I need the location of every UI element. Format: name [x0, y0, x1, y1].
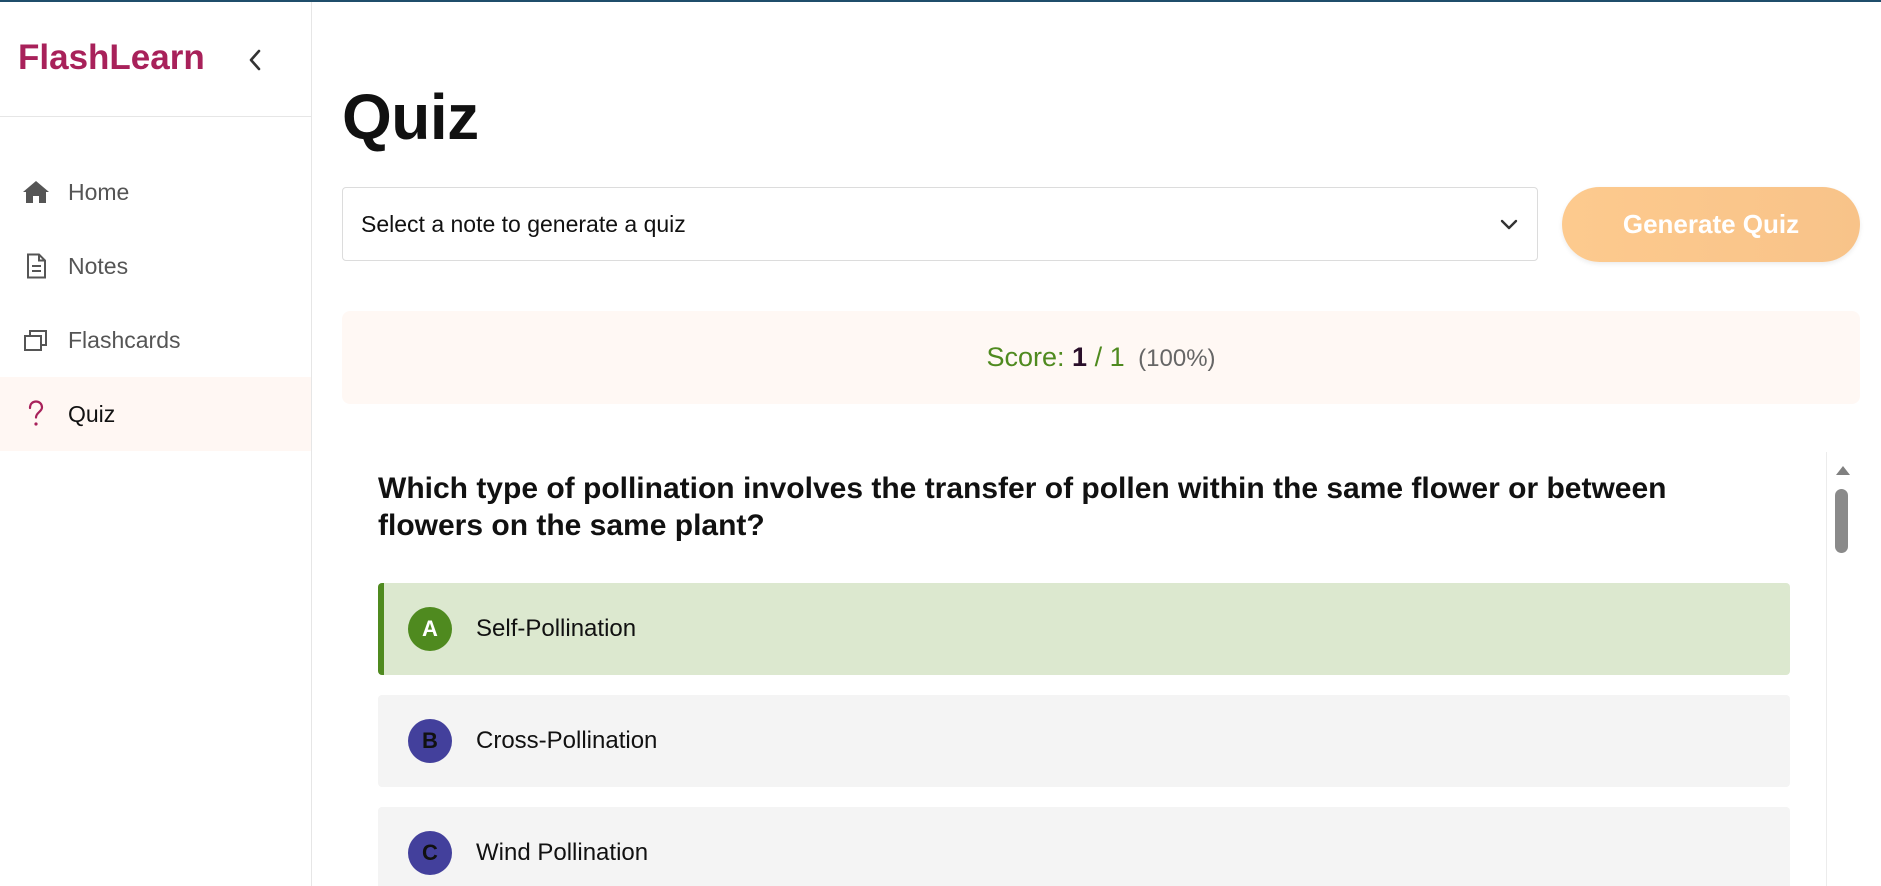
home-icon — [22, 178, 50, 206]
note-select[interactable]: Select a note to generate a quiz — [342, 187, 1538, 261]
option-letter-badge: B — [408, 719, 452, 763]
chevron-left-icon — [249, 49, 261, 71]
question-icon — [22, 400, 50, 428]
page-title: Quiz — [342, 81, 479, 153]
answer-option-b[interactable]: B Cross-Pollination — [378, 695, 1790, 787]
sidebar: FlashLearn Home Notes Flashcards Quiz — [0, 2, 312, 886]
scrollbar-thumb[interactable] — [1835, 489, 1848, 553]
score-percent: (100%) — [1138, 345, 1216, 372]
app-root: FlashLearn Home Notes Flashcards Quiz Qu… — [0, 0, 1881, 886]
scroll-up-arrow-icon[interactable] — [1836, 466, 1850, 475]
sidebar-item-notes[interactable]: Notes — [0, 229, 311, 303]
score-separator: / — [1094, 342, 1103, 372]
main-content: Quiz Select a note to generate a quiz Ge… — [312, 2, 1881, 886]
question-text: Which type of pollination involves the t… — [378, 472, 1667, 542]
answer-option-a[interactable]: A Self-Pollination — [378, 583, 1790, 675]
sidebar-header: FlashLearn — [0, 2, 311, 117]
sidebar-item-label: Quiz — [68, 400, 116, 427]
score-label: Score: — [986, 342, 1065, 372]
note-select-value: Select a note to generate a quiz — [361, 210, 686, 237]
cards-icon — [22, 326, 50, 354]
score-panel: Score: 1 / 1 (100%) — [342, 311, 1860, 404]
generate-quiz-button[interactable]: Generate Quiz — [1562, 187, 1860, 262]
vertical-scrollbar[interactable] — [1826, 452, 1862, 886]
option-text: Self-Pollination — [476, 615, 637, 642]
score-correct: 1 — [1072, 342, 1088, 372]
sidebar-item-home[interactable]: Home — [0, 155, 311, 229]
sidebar-item-label: Home — [68, 178, 130, 205]
option-text: Wind Pollination — [476, 839, 649, 866]
chevron-down-icon — [1500, 219, 1518, 230]
document-icon — [22, 252, 50, 280]
brand-logo[interactable]: FlashLearn — [18, 38, 205, 78]
sidebar-nav: Home Notes Flashcards Quiz — [0, 155, 311, 451]
score-total: 1 — [1109, 342, 1125, 372]
sidebar-item-flashcards[interactable]: Flashcards — [0, 303, 311, 377]
option-letter-badge: C — [408, 831, 452, 875]
score-display: Score: 1 / 1 (100%) — [986, 342, 1215, 373]
collapse-sidebar-button[interactable] — [240, 42, 270, 78]
sidebar-item-label: Flashcards — [68, 326, 181, 353]
scrollbar-track — [1826, 452, 1827, 886]
option-letter-badge: A — [408, 607, 452, 651]
sidebar-item-quiz[interactable]: Quiz — [0, 377, 311, 451]
option-text: Cross-Pollination — [476, 727, 658, 754]
sidebar-item-label: Notes — [68, 252, 129, 279]
answer-option-c[interactable]: C Wind Pollination — [378, 807, 1790, 886]
question-card: Which type of pollination involves the t… — [312, 452, 1827, 886]
